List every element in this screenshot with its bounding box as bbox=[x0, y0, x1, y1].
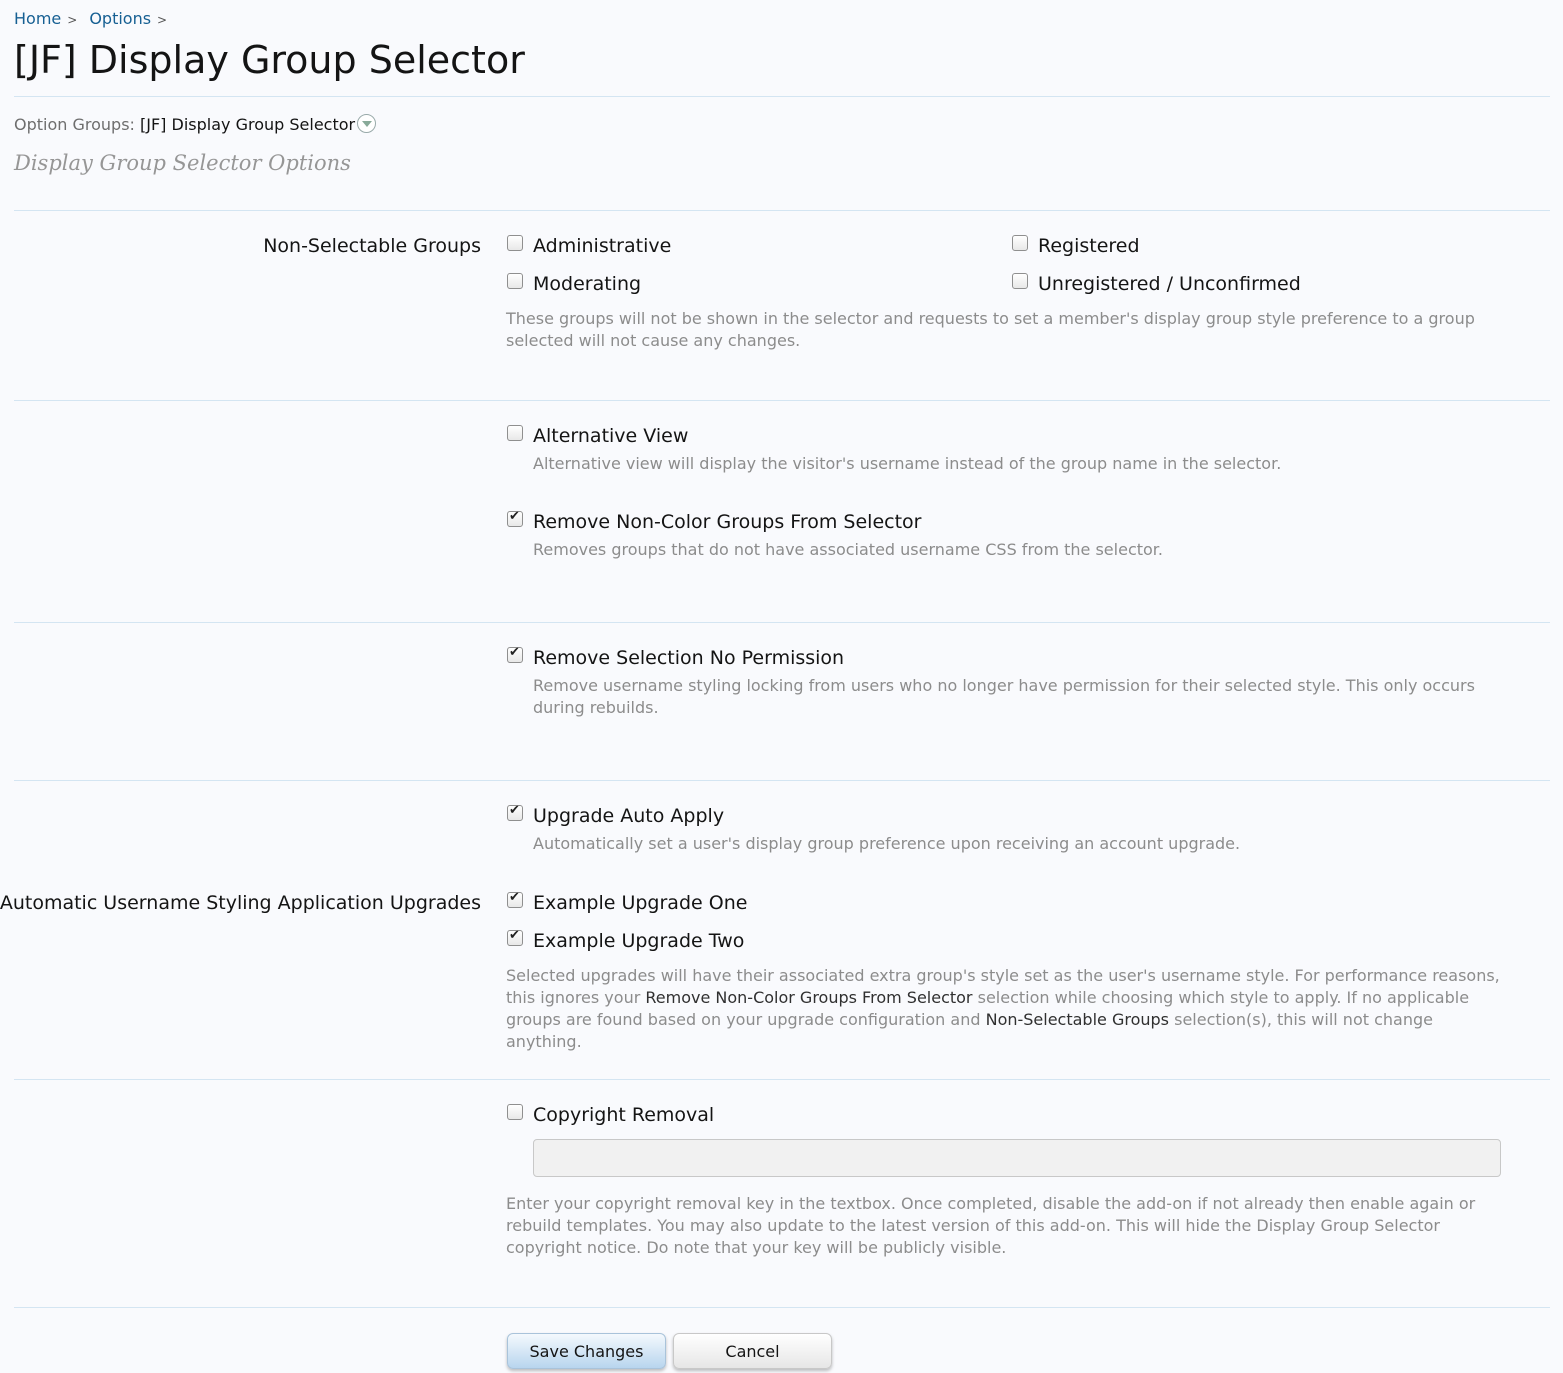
checkbox-upgrade-auto-apply[interactable] bbox=[507, 803, 523, 821]
checkbox-label-alternative-view[interactable]: Alternative View bbox=[533, 425, 688, 447]
breadcrumb: Home > Options > bbox=[14, 9, 179, 28]
checkbox-administrative[interactable] bbox=[507, 235, 523, 251]
checkbox-alternative-view[interactable] bbox=[507, 425, 523, 441]
checkbox-label-remove-selection[interactable]: Remove Selection No Permission bbox=[533, 647, 844, 669]
option-groups-selector[interactable]: Option Groups: [JF] Display Group Select… bbox=[14, 114, 377, 134]
divider bbox=[14, 1307, 1550, 1308]
checkbox-label-upgrade-auto-apply[interactable]: Upgrade Auto Apply bbox=[533, 805, 724, 827]
divider bbox=[14, 622, 1550, 623]
chevron-down-icon[interactable] bbox=[357, 114, 377, 133]
breadcrumb-options-link[interactable]: Options bbox=[89, 9, 151, 28]
checkbox-registered[interactable] bbox=[1012, 235, 1028, 251]
divider bbox=[14, 1079, 1550, 1080]
checkbox-label-remove-non-color[interactable]: Remove Non-Color Groups From Selector bbox=[533, 511, 921, 533]
checkbox-remove-selection[interactable] bbox=[507, 645, 523, 663]
checkbox-label-copyright-removal[interactable]: Copyright Removal bbox=[533, 1104, 714, 1126]
copyright-hint: Enter your copyright removal key in the … bbox=[506, 1194, 1476, 1257]
checkbox-label-moderating[interactable]: Moderating bbox=[533, 273, 641, 295]
checkbox-unregistered[interactable] bbox=[1012, 273, 1028, 289]
upgrade-auto-apply-hint: Automatically set a user's display group… bbox=[533, 834, 1241, 853]
checkbox-label-administrative[interactable]: Administrative bbox=[533, 235, 671, 257]
non-selectable-groups-label: Non-Selectable Groups bbox=[263, 235, 481, 257]
divider bbox=[14, 780, 1550, 781]
checkbox-label-example-upgrade-one[interactable]: Example Upgrade One bbox=[533, 892, 747, 914]
checkbox-example-upgrade-one[interactable] bbox=[507, 890, 523, 908]
checkbox-label-unregistered[interactable]: Unregistered / Unconfirmed bbox=[1038, 273, 1301, 295]
checkbox-example-upgrade-two[interactable] bbox=[507, 928, 523, 946]
breadcrumb-separator: > bbox=[157, 13, 168, 27]
upgrades-hint-emphasis: Remove Non-Color Groups From Selector bbox=[645, 988, 973, 1007]
upgrades-label: Automatic Username Styling Application U… bbox=[0, 892, 481, 914]
breadcrumb-home-link[interactable]: Home bbox=[14, 9, 61, 28]
non-selectable-hint: These groups will not be shown in the se… bbox=[506, 309, 1475, 350]
cancel-button[interactable]: Cancel bbox=[673, 1333, 832, 1369]
remove-selection-hint: Remove username styling locking from use… bbox=[533, 676, 1475, 717]
breadcrumb-separator: > bbox=[67, 13, 78, 27]
divider bbox=[14, 400, 1550, 401]
checkbox-label-example-upgrade-two[interactable]: Example Upgrade Two bbox=[533, 930, 744, 952]
copyright-key-input[interactable] bbox=[533, 1139, 1501, 1177]
option-groups-value: [JF] Display Group Selector bbox=[140, 115, 356, 134]
section-title: Display Group Selector Options bbox=[14, 151, 351, 175]
save-changes-button[interactable]: Save Changes bbox=[507, 1333, 666, 1369]
upgrades-hint-emphasis: Non-Selectable Groups bbox=[985, 1010, 1170, 1029]
checkbox-moderating[interactable] bbox=[507, 273, 523, 289]
remove-non-color-hint: Removes groups that do not have associat… bbox=[533, 540, 1163, 559]
page-title: [JF] Display Group Selector bbox=[14, 38, 525, 82]
alternative-view-hint: Alternative view will display the visito… bbox=[533, 454, 1282, 473]
divider bbox=[14, 96, 1550, 97]
divider bbox=[14, 210, 1550, 211]
checkbox-remove-non-color[interactable] bbox=[507, 509, 523, 527]
option-groups-label: Option Groups: bbox=[14, 115, 135, 134]
checkbox-copyright-removal[interactable] bbox=[507, 1104, 523, 1120]
upgrades-hint: Selected upgrades will have their associ… bbox=[506, 965, 1506, 1053]
checkbox-label-registered[interactable]: Registered bbox=[1038, 235, 1140, 257]
